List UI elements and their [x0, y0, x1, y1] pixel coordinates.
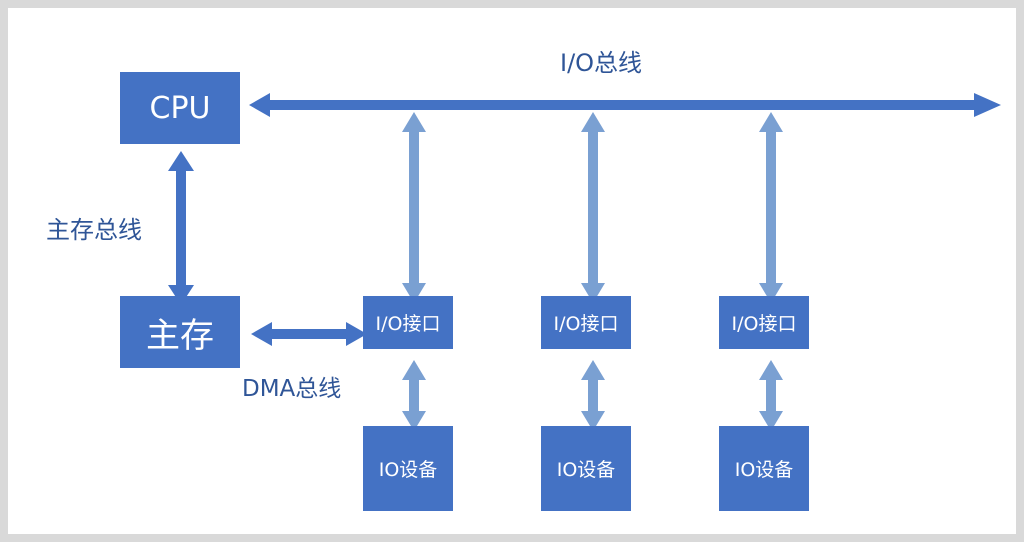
io-interface-label: I/O接口 [553, 313, 619, 335]
memory-box: 主存 [120, 296, 240, 368]
io-device-box-1: IO设备 [363, 426, 453, 511]
interface-to-device-arrow-1 [402, 360, 426, 431]
io-bus-to-interface-arrow-3 [759, 112, 783, 303]
io-bus-to-interface-arrow-2 [581, 112, 605, 303]
io-device-box-3: IO设备 [719, 426, 809, 511]
io-bus-arrow [249, 93, 1001, 117]
interface-to-device-arrows [402, 360, 783, 431]
interface-to-device-arrow-3 [759, 360, 783, 431]
io-device-label: IO设备 [556, 459, 616, 481]
io-bus-to-interface-arrow-1 [402, 112, 426, 303]
cpu-box: CPU [120, 72, 240, 144]
io-interface-label: I/O接口 [731, 313, 797, 335]
io-interface-label: I/O接口 [375, 313, 441, 335]
io-interface-box-2: I/O接口 [541, 296, 631, 349]
io-interface-box-3: I/O接口 [719, 296, 809, 349]
io-device-label: IO设备 [734, 459, 794, 481]
io-bus-label: I/O总线 [560, 49, 643, 77]
io-device-label: IO设备 [378, 459, 438, 481]
interface-to-device-arrow-2 [581, 360, 605, 431]
memory-bus-label: 主存总线 [46, 216, 142, 244]
memory-bus-arrow [168, 151, 194, 305]
dma-bus-label: DMA总线 [242, 376, 342, 402]
io-device-box-2: IO设备 [541, 426, 631, 511]
diagram-frame: CPU 主存 I/O接口 I/O接口 I/O接口 IO设备 IO设备 IO设备 … [0, 0, 1024, 542]
memory-label: 主存 [146, 315, 214, 356]
dma-bus-arrow [251, 322, 367, 346]
io-interface-box-1: I/O接口 [363, 296, 453, 349]
cpu-label: CPU [149, 90, 211, 126]
io-bus-to-interface-arrows [402, 112, 783, 303]
